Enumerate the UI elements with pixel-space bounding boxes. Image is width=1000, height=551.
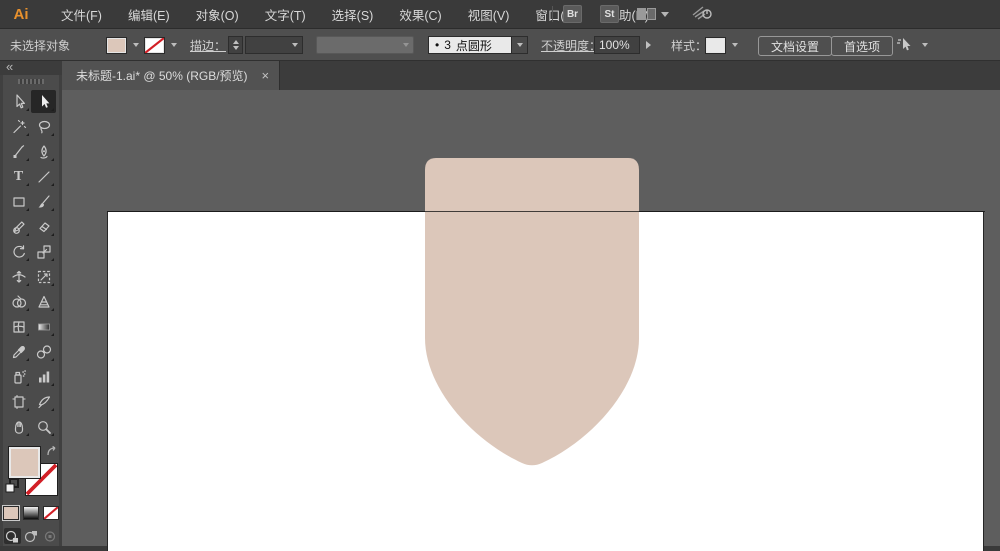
workspace-chevron-icon[interactable] [661,11,669,17]
style-chevron-icon[interactable] [728,36,741,53]
pen-tool[interactable] [6,140,31,163]
style-label: 样式： [671,38,708,53]
preferences-button[interactable]: 首选项 [831,36,894,56]
default-fill-stroke-icon[interactable] [5,478,20,498]
eyedropper-tool[interactable] [6,340,31,363]
perspective-grid-tool[interactable] [31,290,56,313]
opacity-label[interactable]: 不透明度： [541,36,601,54]
color-button[interactable] [3,506,19,520]
type-tool[interactable]: T [6,165,31,188]
brush-size: 3 [444,38,451,52]
scale-tool[interactable] [31,240,56,263]
tool-dock: « T [0,60,62,546]
stroke-weight-stepper[interactable] [228,36,243,54]
fill-color-swatch[interactable] [106,36,127,54]
tab-strip: 未标题-1.ai* @ 50% (RGB/预览) × [62,61,1000,90]
magic-wand-tool[interactable] [6,115,31,138]
selection-tool[interactable] [6,90,31,113]
brush-definition-dropdown[interactable] [316,36,414,54]
selection-status: 未选择对象 [10,38,71,53]
menu-select[interactable]: 选择(S) [319,0,387,30]
control-bar: 未选择对象 描边： • 3 点圆形 不透明度： 100% 样式： 文档设置 首选… [0,28,1000,61]
menu-bar-right: Br St [552,0,713,28]
document-setup-button[interactable]: 文档设置 [758,36,833,56]
zoom-tool[interactable] [31,415,56,438]
artboard-tool[interactable] [6,390,31,413]
mesh-tool[interactable] [6,315,31,338]
brush-bullet: • [435,38,440,52]
none-button[interactable] [43,506,59,520]
rotate-tool[interactable] [6,240,31,263]
content-area: « T 未标题-1.ai* @ 50% (RGB/预览) × [0,60,1000,551]
direct-selection-tool[interactable] [31,90,56,113]
lasso-tool[interactable] [31,115,56,138]
free-transform-tool[interactable] [31,265,56,288]
stroke-weight-dropdown[interactable] [245,36,303,54]
blend-tool[interactable] [31,340,56,363]
fill-color-swatch-color [106,36,127,54]
menu-bar: Ai 文件(F) 编辑(E) 对象(O) 文字(T) 选择(S) 效果(C) 视… [0,0,1000,28]
draw-behind-button[interactable] [23,528,40,544]
shield-shape[interactable] [62,90,1000,546]
menu-object[interactable]: 对象(O) [183,0,252,30]
document-tab[interactable]: 未标题-1.ai* @ 50% (RGB/预览) × [62,61,281,90]
width-tool[interactable] [6,265,31,288]
app-logo[interactable]: Ai [8,4,34,24]
menu-type[interactable]: 文字(T) [252,0,319,30]
document-tab-title: 未标题-1.ai* @ 50% (RGB/预览) [76,69,248,83]
eraser-tool[interactable] [31,215,56,238]
fill-stroke-indicator [3,444,59,500]
menu-effect[interactable]: 效果(C) [386,0,454,30]
drawing-mode-row [3,528,59,544]
brush-combo-chevron-icon[interactable] [512,36,528,54]
hand-tool[interactable] [6,415,31,438]
paintbrush-tool[interactable] [31,190,56,213]
shape-builder-tool[interactable] [6,290,31,313]
bridge-button[interactable]: Br [563,5,582,23]
brush-combo[interactable]: • 3 点圆形 [428,36,512,54]
tab-close-icon[interactable]: × [262,68,270,83]
document-area: 未标题-1.ai* @ 50% (RGB/预览) × [62,61,1000,551]
rectangle-tool[interactable] [6,190,31,213]
gradient-button[interactable] [23,506,39,520]
slice-tool[interactable] [31,390,56,413]
artboard-top-edge [107,211,985,212]
stroke-weight-label[interactable]: 描边： [190,36,226,54]
cs-live-icon[interactable] [691,3,713,26]
brush-name: 点圆形 [455,38,492,53]
curvature-tool[interactable] [31,140,56,163]
tool-panel: T [3,75,59,546]
select-similar-icon[interactable] [896,36,916,54]
pasteboard[interactable] [62,90,1000,551]
toolbar-collapse-button[interactable]: « [0,60,62,75]
select-similar-chevron-icon[interactable] [918,36,931,53]
stroke-color-chevron-icon[interactable] [167,36,180,53]
style-swatch[interactable] [705,36,726,54]
opacity-expand-icon[interactable] [646,36,651,54]
stroke-none-swatch [144,36,165,54]
stroke-color-swatch[interactable] [144,36,165,54]
draw-normal-button[interactable] [3,528,21,544]
gradient-tool[interactable] [31,315,56,338]
column-graph-tool[interactable] [31,365,56,388]
workspace-switcher-icon[interactable] [637,8,656,20]
menu-view[interactable]: 视图(V) [455,0,523,30]
panel-grip[interactable] [18,79,44,84]
swap-fill-stroke-icon[interactable] [46,444,58,462]
draw-inside-button[interactable] [42,528,59,544]
fill-color-chevron-icon[interactable] [129,36,142,53]
opacity-input[interactable]: 100% [594,36,640,54]
pencil-tool[interactable] [6,215,31,238]
menu-separator [552,6,553,22]
stock-button[interactable]: St [600,5,619,23]
tool-grid: T [3,90,59,438]
line-segment-tool[interactable] [31,165,56,188]
symbol-sprayer-tool[interactable] [6,365,31,388]
menu-file[interactable]: 文件(F) [48,0,115,30]
menu-edit[interactable]: 编辑(E) [115,0,183,30]
fill-indicator-swatch[interactable] [8,446,41,479]
color-mode-row [3,506,59,520]
